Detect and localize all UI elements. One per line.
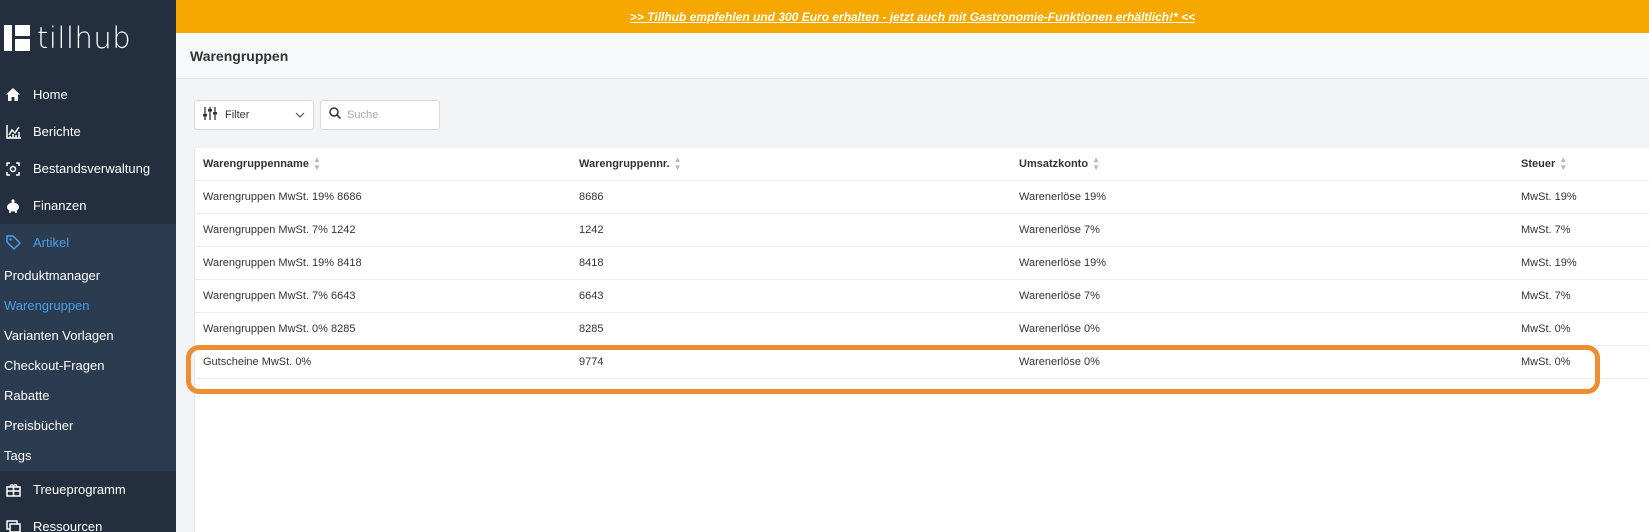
cell-tax: MwSt. 7% [1521, 224, 1571, 236]
cell-account: Warenerlöse 7% [1019, 290, 1100, 302]
sidebar-item-berichte[interactable]: Berichte [0, 113, 176, 150]
chart-icon [5, 124, 21, 140]
cell-number: 8686 [579, 191, 604, 203]
cell-account: Warenerlöse 19% [1019, 257, 1107, 269]
cell-name: Warengruppen MwSt. 7% 6643 [203, 290, 356, 302]
search-box[interactable] [320, 100, 440, 130]
sidebar-subitem-rabatte[interactable]: Rabatte [0, 381, 176, 411]
sidebar-subitem-varianten-vorlagen[interactable]: Varianten Vorlagen [0, 321, 176, 351]
column-header-warengruppennr[interactable]: Warengruppennr. ▲ ▼ [579, 148, 682, 181]
warengruppen-table: Warengruppenname ▲ ▼ Warengruppennr. ▲ ▼ Ums… [194, 148, 1649, 532]
promo-banner-link[interactable]: >> Tillhub empfehlen und 300 Euro erhalt… [630, 10, 1195, 24]
column-header-warengruppenname[interactable]: Warengruppenname ▲ ▼ [203, 148, 321, 181]
column-header-steuer[interactable]: Steuer ▲ ▼ [1521, 148, 1567, 181]
cell-tax: MwSt. 0% [1521, 356, 1571, 368]
cell-tax: MwSt. 19% [1521, 257, 1577, 269]
sidebar-item-label: Bestandsverwaltung [33, 161, 151, 176]
table-row[interactable]: Warengruppen MwSt. 19% 8418 8418 Warener… [195, 247, 1649, 280]
chevron-down-icon [295, 109, 305, 121]
sidebar-item-bestandsverwaltung[interactable]: Bestandsverwaltung [0, 150, 176, 187]
sidebar-item-label: Treueprogramm [33, 482, 126, 497]
sort-icon: ▲ ▼ [1092, 155, 1100, 173]
cell-number: 9774 [579, 356, 604, 368]
sidebar-item-label: Home [33, 87, 68, 102]
sidebar-item-label: Finanzen [33, 198, 87, 213]
inventory-icon [5, 161, 21, 177]
resources-icon [5, 519, 21, 532]
promo-banner: >> Tillhub empfehlen und 300 Euro erhalt… [176, 0, 1649, 33]
cell-tax: MwSt. 19% [1521, 191, 1577, 203]
cell-account: Warenerlöse 7% [1019, 224, 1100, 236]
sidebar-subitem-produktmanager[interactable]: Produktmanager [0, 261, 176, 291]
cell-tax: MwSt. 7% [1521, 290, 1571, 302]
cell-number: 6643 [579, 290, 604, 302]
table-header-row: Warengruppenname ▲ ▼ Warengruppennr. ▲ ▼ Ums… [195, 148, 1649, 181]
sort-icon: ▲ ▼ [673, 155, 682, 173]
logo-text: tillhub [37, 21, 132, 55]
cell-name: Warengruppen MwSt. 19% 8686 [203, 191, 362, 203]
logo[interactable]: tillhub [0, 0, 176, 76]
page-title: Warengruppen [190, 47, 289, 64]
sort-icon: ▲ ▼ [312, 155, 321, 173]
cell-tax: MwSt. 0% [1521, 323, 1571, 335]
cell-number: 1242 [579, 224, 604, 236]
piggy-bank-icon [5, 198, 21, 214]
sort-icon: ▲ ▼ [1559, 155, 1568, 173]
table-row[interactable]: Warengruppen MwSt. 7% 6643 6643 Warenerl… [195, 280, 1649, 313]
gift-icon [5, 482, 21, 498]
cell-name: Gutscheine MwSt. 0% [203, 356, 312, 368]
search-input[interactable] [347, 109, 427, 121]
tag-icon [5, 235, 21, 251]
sidebar-item-finanzen[interactable]: Finanzen [0, 187, 176, 224]
table-row[interactable]: Warengruppen MwSt. 7% 1242 1242 Warenerl… [195, 214, 1649, 247]
column-header-umsatzkonto[interactable]: Umsatzkonto ▲ ▼ [1019, 148, 1100, 181]
cell-name: Warengruppen MwSt. 19% 8418 [203, 257, 362, 269]
sidebar-item-artikel[interactable]: Artikel [0, 224, 176, 261]
sidebar-item-label: Artikel [33, 235, 70, 250]
cell-name: Warengruppen MwSt. 0% 8285 [203, 323, 356, 335]
sidebar-item-label: Berichte [33, 124, 81, 139]
sidebar: tillhub Home Berichte Bestandsverwaltung… [0, 0, 176, 532]
sidebar-subitem-tags[interactable]: Tags [0, 441, 176, 471]
sidebar-item-label: Ressourcen [33, 519, 103, 532]
cell-account: Warenerlöse 0% [1019, 356, 1100, 368]
cell-name: Warengruppen MwSt. 7% 1242 [203, 224, 356, 236]
filter-button[interactable]: Filter [194, 100, 314, 130]
sidebar-item-ressourcen[interactable]: Ressourcen [0, 508, 176, 532]
filter-label: Filter [225, 109, 250, 121]
sidebar-item-treueprogramm[interactable]: Treueprogramm [0, 471, 176, 508]
page-header: Warengruppen [176, 33, 1649, 79]
sidebar-subitem-warengruppen[interactable]: Warengruppen [0, 291, 176, 321]
table-row-highlighted[interactable]: Gutscheine MwSt. 0% 9774 Warenerlöse 0% … [195, 346, 1649, 379]
cell-number: 8418 [579, 257, 604, 269]
cell-account: Warenerlöse 0% [1019, 323, 1100, 335]
filter-sliders-icon [203, 107, 217, 123]
sidebar-item-home[interactable]: Home [0, 76, 176, 113]
sidebar-subitem-checkout-fragen[interactable]: Checkout-Fragen [0, 351, 176, 381]
toolbar: Filter [194, 100, 440, 130]
tillhub-logo-icon [4, 25, 30, 51]
table-row[interactable]: Warengruppen MwSt. 0% 8285 8285 Warenerl… [195, 313, 1649, 346]
sidebar-subitem-preisbuecher[interactable]: Preisbücher [0, 411, 176, 441]
search-icon [329, 106, 342, 124]
table-row[interactable]: Warengruppen MwSt. 19% 8686 8686 Warener… [195, 181, 1649, 214]
cell-account: Warenerlöse 19% [1019, 191, 1107, 203]
home-icon [5, 87, 21, 103]
cell-number: 8285 [579, 323, 604, 335]
